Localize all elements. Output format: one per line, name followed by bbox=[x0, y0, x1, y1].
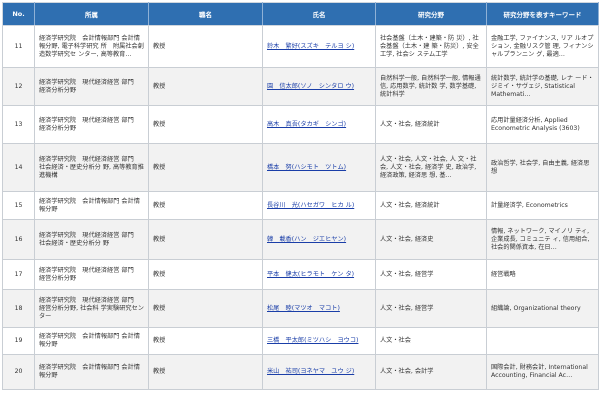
cell-affiliation: 経済学研究院 会計情報部門 会計情報分野 bbox=[34, 191, 149, 220]
cell-position: 教授 bbox=[148, 219, 263, 260]
cell-no: 15 bbox=[2, 191, 35, 220]
cell-name: 米山 祐司(ヨネヤマ ユウ ジ) bbox=[262, 354, 376, 390]
cell-affiliation: 経済学研究院 現代経済経営 部門 社会経済・歴史分析分 野 bbox=[34, 219, 149, 260]
researcher-table: No. 所属 職名 氏名 研究分野 研究分野を表すキーワード 11 経済学研究院 … bbox=[2, 2, 599, 390]
cell-affiliation: 経済学研究院 現代経済経営 部門 経営分析分野 bbox=[34, 259, 149, 290]
researcher-name-link[interactable]: 平本 健太(ヒラモト ケン タ) bbox=[267, 271, 354, 278]
table-header-row: No. 所属 職名 氏名 研究分野 研究分野を表すキーワード bbox=[2, 2, 599, 26]
table-row: 12 経済学研究院 現代経済経営 部門 経済分析分野 教授園 信太郎(ソノ シンタロ… bbox=[2, 67, 599, 106]
cell-keywords: 情報, ネットワーク, マイノリ ティ, 企業成長, コミュニテ ィ, 信用組合… bbox=[486, 219, 599, 260]
table-row: 13 経済学研究院 現代経済経営 部門 経済分析分野 教授 高木 真吾(タカギ シンゴ… bbox=[2, 105, 599, 144]
table-row: 18 経済学研究院 現代経済経営 部門 経営分析分野, 社会科 学実験研究センター… bbox=[2, 289, 599, 328]
cell-position: 教授 bbox=[148, 354, 263, 390]
cell-position: 教授 bbox=[148, 105, 263, 144]
col-header-position: 職名 bbox=[148, 2, 263, 26]
cell-field: 人文・社会, 経済統計 bbox=[375, 191, 487, 220]
cell-no: 11 bbox=[2, 25, 35, 68]
cell-no: 20 bbox=[2, 354, 35, 390]
table-row: 11 経済学研究院 会計情報部門 会計情報分野, 電子科学研究 所 附属社会創造数… bbox=[2, 25, 599, 68]
researcher-name-link[interactable]: 高木 真吾(タカギ シンゴ) bbox=[267, 121, 346, 128]
researcher-name-link[interactable]: 三橋 平太郎(ミツハシ ヨウコ) bbox=[267, 337, 358, 344]
cell-field: 社会基盤（土木・建築・防 災）, 社会基盤（土木・建 築・防災）, 安全工学, … bbox=[375, 25, 487, 68]
cell-no: 19 bbox=[2, 327, 35, 355]
researcher-name-link[interactable]: 園 信太郎(ソノ シンタロ ウ) bbox=[267, 83, 354, 90]
cell-name: 平本 健太(ヒラモト ケン タ) bbox=[262, 259, 376, 290]
researcher-name-link[interactable]: 米山 祐司(ヨネヤマ ユウ ジ) bbox=[267, 368, 354, 375]
table-row: 17 経済学研究院 現代経済経営 部門 経営分析分野 教授 平本 健太(ヒラモト ケン… bbox=[2, 259, 599, 290]
cell-keywords: 計量経済学, Econometrics bbox=[486, 191, 599, 220]
cell-no: 18 bbox=[2, 289, 35, 328]
cell-field: 人文・社会 bbox=[375, 327, 487, 355]
table-row: 14 経済学研究院 現代経済経営 部門 社会経済・歴史分析分 野, 高等教育推進機… bbox=[2, 143, 599, 192]
col-header-name: 氏名 bbox=[262, 2, 376, 26]
cell-field: 人文・社会, 経営学 bbox=[375, 289, 487, 328]
cell-keywords: 応用計量経済分析, Applied Econometric Analysis (… bbox=[486, 105, 599, 144]
table-row: 20 経済学研究院 会計情報部門 会計情報分野 教授 米山 祐司(ヨネヤマ ユウ ジ)… bbox=[2, 354, 599, 390]
cell-affiliation: 経済学研究院 会計情報部門 会計情報分野, 電子科学研究 所 附属社会創造数学研… bbox=[34, 25, 149, 68]
cell-position: 教授 bbox=[148, 289, 263, 328]
researcher-name-link[interactable]: 鈴木 繁好(スズキ テルヨ シ) bbox=[267, 43, 354, 50]
cell-position: 教授 bbox=[148, 191, 263, 220]
cell-keywords: 統計数学, 統計学の基礎, レナ ード・ジミイ・サヴェジ, Statistica… bbox=[486, 67, 599, 106]
cell-position: 教授 bbox=[148, 143, 263, 192]
researcher-name-link[interactable]: 松尾 睦(マツオ マコト) bbox=[267, 305, 340, 312]
cell-no: 13 bbox=[2, 105, 35, 144]
cell-name: 園 信太郎(ソノ シンタロ ウ) bbox=[262, 67, 376, 106]
cell-position: 教授 bbox=[148, 67, 263, 106]
cell-position: 教授 bbox=[148, 259, 263, 290]
cell-field: 人文・社会, 会計学 bbox=[375, 354, 487, 390]
researcher-name-link[interactable]: 韓 載香(ハン ジエヒヤン) bbox=[267, 236, 346, 243]
cell-keywords: 金融工学, ファイナンス, リア ルオプション, 金融リスク管 理, フィナンシ… bbox=[486, 25, 599, 68]
cell-affiliation: 経済学研究院 会計情報部門 会計情報分野 bbox=[34, 327, 149, 355]
table-row: 15 経済学研究院 会計情報部門 会計情報分野 教授 長谷川 光(ハセガワ ヒカ ル)… bbox=[2, 191, 599, 220]
cell-affiliation: 経済学研究院 会計情報部門 会計情報分野 bbox=[34, 354, 149, 390]
table-row: 16 経済学研究院 現代経済経営 部門 社会経済・歴史分析分 野教授韓 載香(ハン… bbox=[2, 219, 599, 260]
cell-keywords: 組織論, Organizational theory bbox=[486, 289, 599, 328]
cell-field: 人文・社会, 経営学 bbox=[375, 259, 487, 290]
cell-name: 高木 真吾(タカギ シンゴ) bbox=[262, 105, 376, 144]
cell-keywords: 政治哲学, 社会学, 自由主義, 経済思想 bbox=[486, 143, 599, 192]
cell-affiliation: 経済学研究院 現代経済経営 部門 経済分析分野 bbox=[34, 105, 149, 144]
col-header-affiliation: 所属 bbox=[34, 2, 149, 26]
cell-affiliation: 経済学研究院 現代経済経営 部門 経済分析分野 bbox=[34, 67, 149, 106]
cell-field: 人文・社会, 経済統計 bbox=[375, 105, 487, 144]
researcher-name-link[interactable]: 橋本 努(ハシモト ツトム) bbox=[267, 164, 346, 171]
cell-field: 自然科学一般, 自然科学一般, 情報通信, 応用数学, 統計数 学, 数学基礎,… bbox=[375, 67, 487, 106]
cell-keywords: 国際会計, 財務会計, International Accounting, Fi… bbox=[486, 354, 599, 390]
cell-no: 12 bbox=[2, 67, 35, 106]
cell-name: 鈴木 繁好(スズキ テルヨ シ) bbox=[262, 25, 376, 68]
cell-position: 教授 bbox=[148, 327, 263, 355]
cell-name: 長谷川 光(ハセガワ ヒカ ル) bbox=[262, 191, 376, 220]
cell-name: 韓 載香(ハン ジエヒヤン) bbox=[262, 219, 376, 260]
cell-name: 松尾 睦(マツオ マコト) bbox=[262, 289, 376, 328]
cell-keywords bbox=[486, 327, 599, 355]
col-header-field: 研究分野 bbox=[375, 2, 487, 26]
cell-no: 14 bbox=[2, 143, 35, 192]
cell-name: 三橋 平太郎(ミツハシ ヨウコ) bbox=[262, 327, 376, 355]
table-row: 19 経済学研究院 会計情報部門 会計情報分野 教授 三橋 平太郎(ミツハシ ヨウコ)… bbox=[2, 327, 599, 355]
cell-affiliation: 経済学研究院 現代経済経営 部門 社会経済・歴史分析分 野, 高等教育推進機構 bbox=[34, 143, 149, 192]
col-header-keywords: 研究分野を表すキーワード bbox=[486, 2, 599, 26]
col-header-no: No. bbox=[2, 2, 35, 26]
cell-no: 16 bbox=[2, 219, 35, 260]
cell-position: 教授 bbox=[148, 25, 263, 68]
cell-keywords: 経営戦略 bbox=[486, 259, 599, 290]
cell-no: 17 bbox=[2, 259, 35, 290]
cell-affiliation: 経済学研究院 現代経済経営 部門 経営分析分野, 社会科 学実験研究センター bbox=[34, 289, 149, 328]
researcher-name-link[interactable]: 長谷川 光(ハセガワ ヒカ ル) bbox=[267, 202, 354, 209]
cell-name: 橋本 努(ハシモト ツトム) bbox=[262, 143, 376, 192]
cell-field: 人文・社会, 経済史 bbox=[375, 219, 487, 260]
cell-field: 人文・社会, 人文・社会, 人 文・社会, 人文・社会, 経済学 史, 政治学,… bbox=[375, 143, 487, 192]
